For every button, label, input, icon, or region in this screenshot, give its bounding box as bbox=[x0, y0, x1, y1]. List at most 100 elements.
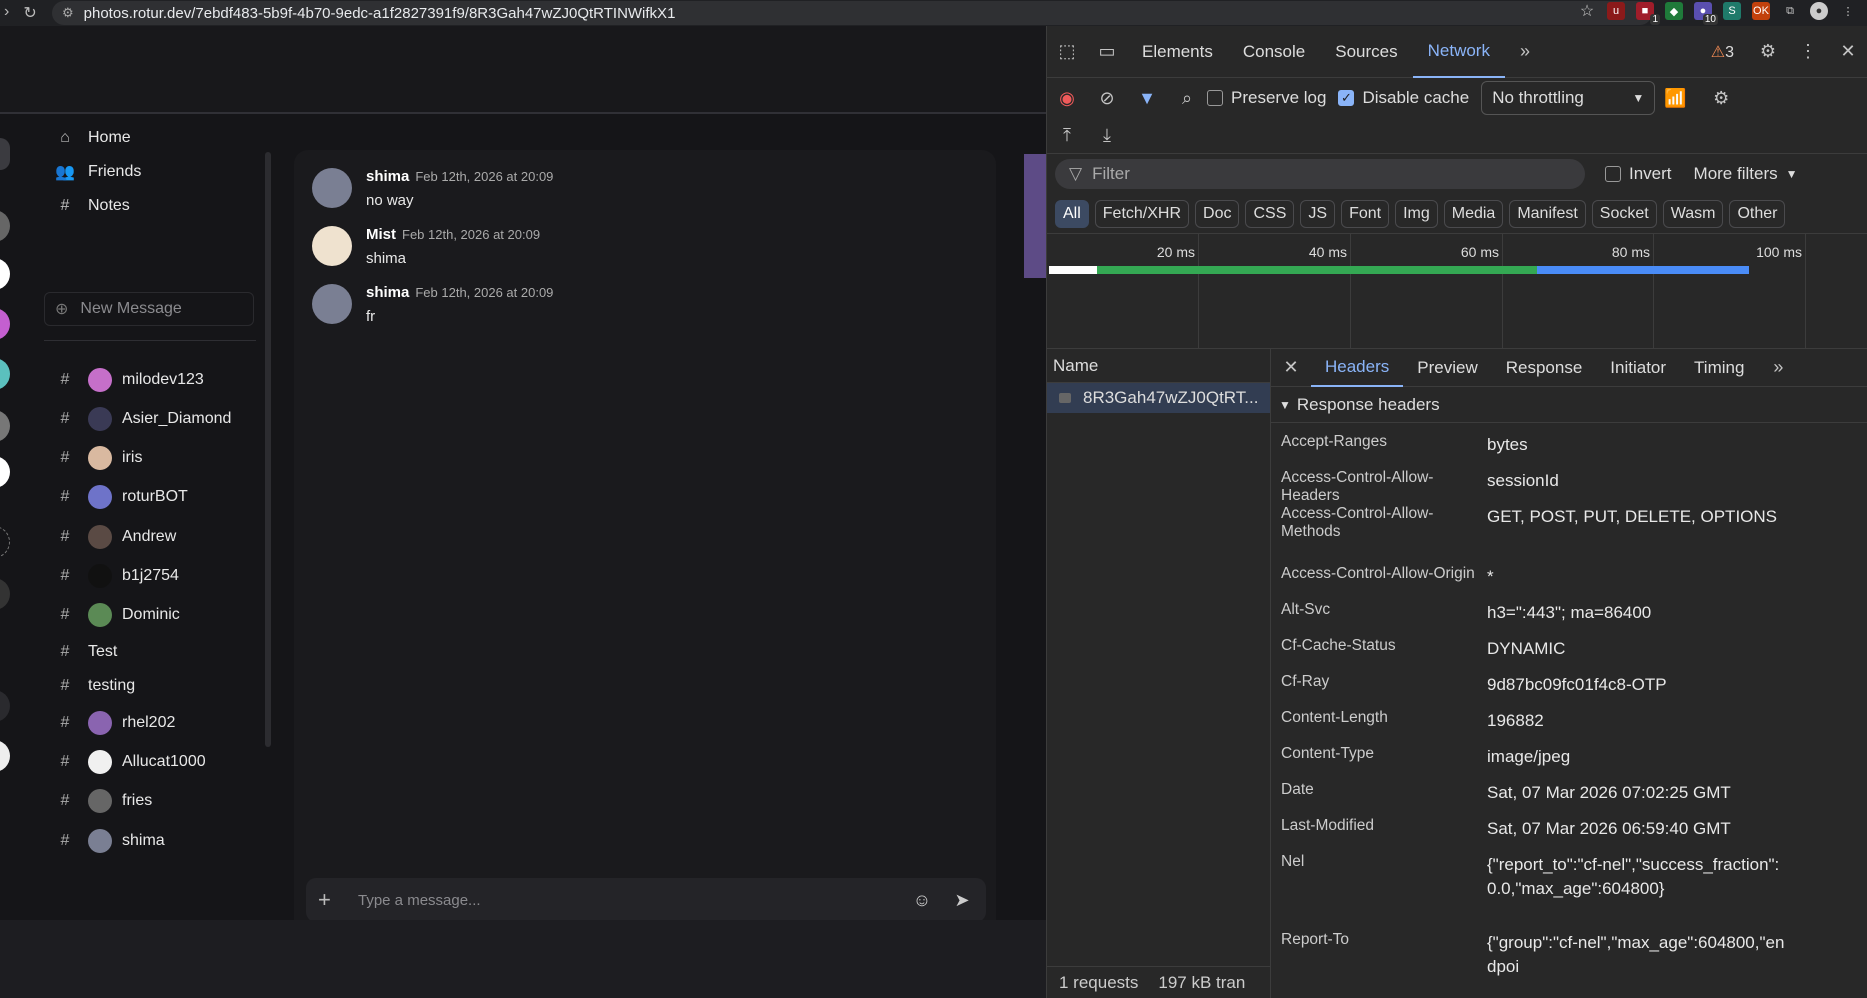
checkbox-box-checked[interactable]: ✓ bbox=[1338, 90, 1355, 106]
import-har-upload-icon[interactable]: ⤒ bbox=[1047, 125, 1087, 146]
filter-chip-js[interactable]: JS bbox=[1300, 199, 1336, 228]
filter-chip-manifest[interactable]: Manifest bbox=[1509, 199, 1586, 228]
profile-avatar[interactable]: ● bbox=[1810, 2, 1828, 20]
address-bar[interactable]: ⚙ photos.rotur.dev/7ebdf483-5b9f-4b70-9e… bbox=[52, 1, 1652, 25]
filter-input[interactable]: ▽ Filter bbox=[1055, 159, 1585, 189]
ok-extension-icon[interactable]: OK bbox=[1752, 2, 1770, 20]
dm-item[interactable]: # iris bbox=[54, 443, 142, 473]
sidebar-item-home[interactable]: ⌂ Home bbox=[54, 123, 131, 153]
more-filters-dropdown[interactable]: More filters ▼ bbox=[1694, 164, 1798, 184]
close-detail-icon[interactable]: ✕ bbox=[1271, 357, 1311, 378]
s-extension-icon[interactable]: S bbox=[1723, 2, 1741, 20]
extension-red-icon[interactable]: ■ 1 bbox=[1636, 2, 1660, 25]
filter-chip-other[interactable]: Other bbox=[1729, 199, 1786, 228]
dm-item[interactable]: # Andrew bbox=[54, 522, 176, 552]
puzzle-icon[interactable]: ⧉ bbox=[1781, 2, 1799, 20]
name-column-header[interactable]: Name bbox=[1047, 349, 1270, 383]
tab-timing[interactable]: Timing bbox=[1680, 349, 1758, 387]
filter-chip-font[interactable]: Font bbox=[1341, 199, 1390, 228]
server-icon[interactable] bbox=[0, 578, 10, 610]
network-overview-timeline[interactable]: 20 ms 40 ms 60 ms 80 ms 100 ms bbox=[1047, 234, 1867, 349]
message-author[interactable]: Mist bbox=[366, 226, 396, 243]
server-icon[interactable] bbox=[0, 138, 10, 170]
network-conditions-wifi-icon[interactable]: 📶 bbox=[1655, 88, 1695, 109]
site-info-icon[interactable]: ⚙ bbox=[62, 5, 74, 21]
server-icon[interactable] bbox=[0, 740, 10, 772]
sidebar-item-notes[interactable]: # Notes bbox=[54, 191, 130, 221]
message-input[interactable] bbox=[348, 891, 906, 909]
export-har-download-icon[interactable]: ⤓ bbox=[1087, 125, 1127, 146]
inspect-element-icon[interactable]: ⬚ bbox=[1047, 41, 1087, 62]
message-author[interactable]: shima bbox=[366, 168, 409, 185]
dm-item[interactable]: # Dominic bbox=[54, 600, 180, 630]
preserve-log-checkbox[interactable]: Preserve log bbox=[1207, 88, 1326, 108]
avatar[interactable] bbox=[312, 168, 352, 208]
invert-checkbox[interactable]: Invert bbox=[1605, 164, 1672, 184]
add-server-icon[interactable] bbox=[0, 526, 10, 558]
server-icon[interactable] bbox=[0, 690, 10, 722]
device-toolbar-icon[interactable]: ▭ bbox=[1087, 41, 1127, 62]
close-icon[interactable]: ✕ bbox=[1828, 41, 1867, 62]
filter-chip-socket[interactable]: Socket bbox=[1591, 199, 1657, 228]
server-icon[interactable] bbox=[0, 210, 10, 242]
filter-chip-doc[interactable]: Doc bbox=[1195, 199, 1240, 228]
tab-elements[interactable]: Elements bbox=[1127, 26, 1228, 78]
filter-chip-all[interactable]: All bbox=[1055, 199, 1089, 228]
tab-console[interactable]: Console bbox=[1228, 26, 1320, 78]
reload-icon[interactable]: ↻ bbox=[23, 3, 36, 23]
extension-badge-icon[interactable]: ● 10 bbox=[1694, 2, 1718, 25]
tab-initiator[interactable]: Initiator bbox=[1596, 349, 1680, 387]
more-tabs-icon[interactable]: » bbox=[1505, 41, 1545, 62]
menu-icon[interactable]: ⋮ bbox=[1839, 2, 1857, 20]
tab-response[interactable]: Response bbox=[1492, 349, 1597, 387]
throttling-select[interactable]: No throttling ▼ bbox=[1481, 81, 1656, 115]
kebab-menu-icon[interactable]: ⋮ bbox=[1788, 41, 1828, 62]
request-row[interactable]: 8R3Gah47wZJ0QtRT... bbox=[1047, 383, 1270, 413]
server-icon[interactable] bbox=[0, 358, 10, 390]
issues-warning-icon[interactable]: ⚠3 bbox=[1711, 42, 1734, 62]
dm-item[interactable]: # milodev123 bbox=[54, 365, 204, 395]
dm-item[interactable]: # testing bbox=[54, 671, 136, 701]
filter-chip-wasm[interactable]: Wasm bbox=[1662, 199, 1724, 228]
avatar[interactable] bbox=[312, 284, 352, 324]
checkbox-box[interactable] bbox=[1207, 90, 1223, 106]
network-settings-gear-icon[interactable]: ⚙ bbox=[1701, 88, 1741, 109]
tab-headers[interactable]: Headers bbox=[1311, 349, 1404, 387]
dm-item[interactable]: # b1j2754 bbox=[54, 561, 179, 591]
dm-item[interactable]: # shima bbox=[54, 826, 165, 856]
forward-icon[interactable]: › bbox=[4, 3, 9, 23]
filter-chip-fetch-xhr[interactable]: Fetch/XHR bbox=[1094, 199, 1190, 228]
dm-item[interactable]: # Asier_Diamond bbox=[54, 404, 231, 434]
sidebar-item-friends[interactable]: 👥 Friends bbox=[54, 157, 141, 187]
tab-network[interactable]: Network bbox=[1412, 26, 1505, 78]
dm-item[interactable]: # roturBOT bbox=[54, 482, 188, 512]
attach-plus-icon[interactable]: + bbox=[318, 887, 348, 913]
server-icon[interactable] bbox=[0, 258, 10, 290]
dm-item[interactable]: # Allucat1000 bbox=[54, 747, 206, 777]
emoji-icon[interactable]: ☺ bbox=[906, 890, 938, 911]
filter-chip-media[interactable]: Media bbox=[1443, 199, 1504, 228]
bookmark-star-icon[interactable]: ☆ bbox=[1578, 2, 1596, 20]
ublock-icon[interactable]: u bbox=[1607, 2, 1625, 20]
server-icon[interactable] bbox=[0, 308, 10, 340]
checkbox-box[interactable] bbox=[1605, 166, 1621, 182]
sidebar-scrollbar[interactable] bbox=[265, 152, 271, 747]
server-icon[interactable] bbox=[0, 456, 10, 488]
more-tabs-icon[interactable]: » bbox=[1758, 357, 1798, 378]
record-stop-icon[interactable]: ◉ bbox=[1047, 88, 1087, 109]
filter-funnel-icon[interactable]: ▼ bbox=[1127, 88, 1167, 109]
dm-item[interactable]: # fries bbox=[54, 786, 152, 816]
filter-chip-css[interactable]: CSS bbox=[1245, 199, 1295, 228]
dm-item[interactable]: # rhel202 bbox=[54, 708, 175, 738]
tab-sources[interactable]: Sources bbox=[1320, 26, 1412, 78]
search-icon[interactable]: ⌕ bbox=[1167, 88, 1207, 109]
send-icon[interactable]: ➤ bbox=[946, 890, 978, 911]
dm-item[interactable]: # Test bbox=[54, 637, 118, 667]
clear-icon[interactable]: ⊘ bbox=[1087, 88, 1127, 109]
disable-cache-checkbox[interactable]: ✓ Disable cache bbox=[1338, 88, 1469, 108]
message-author[interactable]: shima bbox=[366, 284, 409, 301]
new-message-button[interactable]: ⊕ New Message bbox=[44, 292, 254, 326]
settings-gear-icon[interactable]: ⚙ bbox=[1748, 41, 1788, 62]
filter-chip-img[interactable]: Img bbox=[1395, 199, 1438, 228]
server-icon[interactable] bbox=[0, 410, 10, 442]
